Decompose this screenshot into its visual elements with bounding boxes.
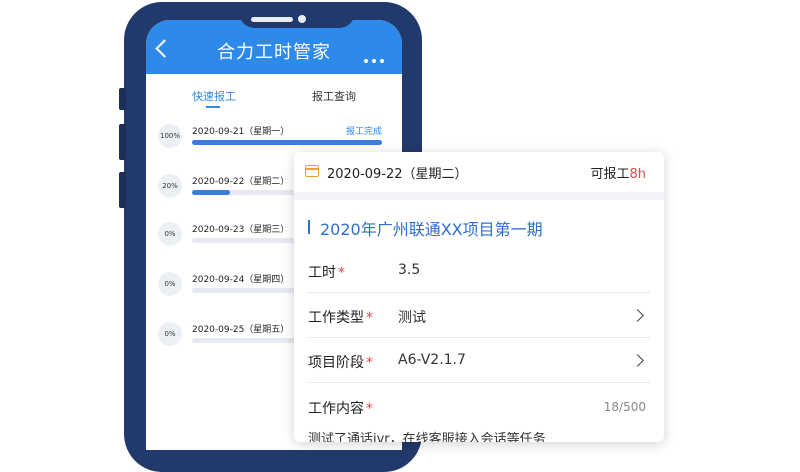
project-title: 2020年广州联通XX项目第一期 <box>320 220 543 239</box>
work-type-value: 测试 <box>398 310 426 326</box>
day-date: 2020-09-24（星期四） <box>192 275 290 285</box>
tab-bar: 快速报工 报工查询 <box>146 84 402 110</box>
content-row: 工作内容 * 18/500 <box>294 384 664 428</box>
available-value: 8h <box>629 167 646 182</box>
field-label: 工时 * <box>308 265 345 281</box>
chevron-right-icon[interactable] <box>631 309 644 322</box>
phone-speaker <box>251 17 293 22</box>
percent-badge: 0% <box>158 322 182 346</box>
day-date: 2020-09-23（星期三） <box>192 225 290 235</box>
percent-badge: 20% <box>158 174 182 198</box>
row-divider <box>308 382 650 383</box>
tab-quick-report[interactable]: 快速报工 <box>192 88 236 104</box>
available-label: 可报工 <box>590 167 630 182</box>
percent-badge: 100% <box>158 124 182 148</box>
chevron-right-icon[interactable] <box>631 354 644 367</box>
phone-side-button <box>119 124 126 160</box>
app-bar: 合力工时管家 <box>146 20 402 74</box>
calendar-icon <box>305 165 319 177</box>
hours-row[interactable]: 工时 * 3.5 <box>294 248 664 292</box>
report-card: 2020-09-22（星期二） 可报工8h 2020年广州联通XX项目第一期 工… <box>294 152 664 442</box>
required-mark: * <box>366 310 373 326</box>
progress-fill <box>192 140 382 145</box>
field-label: 项目阶段 * <box>308 355 373 371</box>
char-counter: 18/500 <box>603 400 646 414</box>
more-icon[interactable] <box>360 48 384 67</box>
required-mark: * <box>366 355 373 371</box>
progress-fill <box>192 190 230 195</box>
hours-input[interactable]: 3.5 <box>398 262 420 278</box>
available-hours: 可报工8h <box>590 163 646 182</box>
work-type-row[interactable]: 工作类型 * 测试 <box>294 293 664 337</box>
phone-side-button <box>119 172 126 208</box>
section-divider <box>294 192 664 200</box>
percent-badge: 0% <box>158 222 182 246</box>
tab-indicator <box>206 106 220 108</box>
day-date: 2020-09-22（星期二） <box>192 177 290 187</box>
phone-side-button <box>119 88 126 110</box>
day-date: 2020-09-25（星期五） <box>192 325 290 335</box>
field-label: 工作类型 * <box>308 310 373 326</box>
phone-camera <box>298 15 306 23</box>
progress-track <box>192 140 382 145</box>
field-label: 工作内容 * <box>308 401 373 417</box>
card-date: 2020-09-22（星期二） <box>327 167 468 182</box>
day-status: 报工完成 <box>345 127 382 137</box>
tab-report-query[interactable]: 报工查询 <box>312 88 356 104</box>
stage-value: A6-V2.1.7 <box>398 352 466 368</box>
card-header: 2020-09-22（星期二） 可报工8h <box>294 152 664 192</box>
percent-badge: 0% <box>158 272 182 296</box>
content-textarea[interactable]: 测试了通话ivr，在线客服接入会话等任务 <box>308 428 546 442</box>
stage-row[interactable]: 项目阶段 * A6-V2.1.7 <box>294 338 664 382</box>
day-date: 2020-09-21（星期一） <box>192 127 290 137</box>
required-mark: * <box>366 401 373 417</box>
phone-notch <box>239 2 355 28</box>
required-mark: * <box>338 265 345 281</box>
